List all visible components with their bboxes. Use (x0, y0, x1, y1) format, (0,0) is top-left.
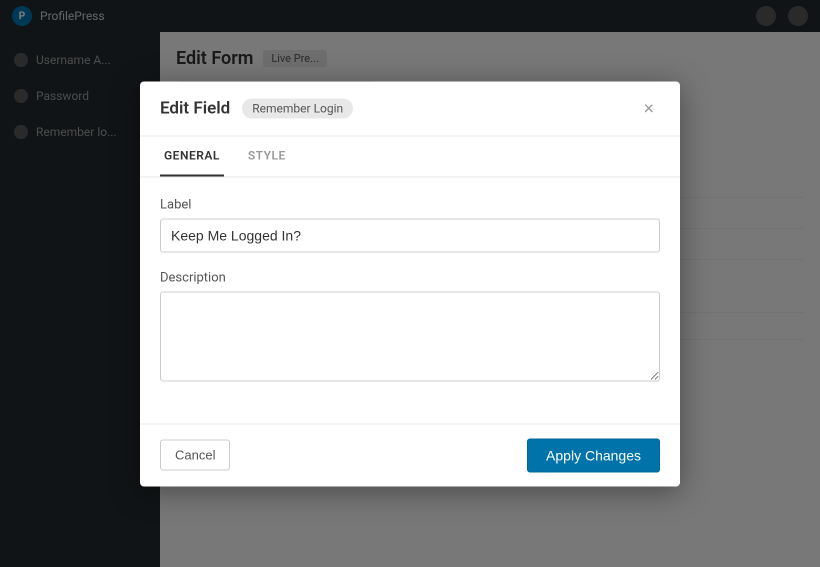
label-input[interactable] (160, 218, 660, 252)
modal-header: Edit Field Remember Login × (140, 81, 680, 136)
modal-title: Edit Field (160, 98, 230, 118)
tab-style[interactable]: STYLE (244, 136, 290, 176)
cancel-button[interactable]: Cancel (160, 440, 230, 471)
description-textarea[interactable] (160, 291, 660, 381)
tab-general[interactable]: GENERAL (160, 136, 224, 176)
description-field-label: Description (160, 270, 660, 285)
label-field-label: Label (160, 197, 660, 212)
modal-body: Label Description (140, 177, 680, 423)
modal-footer: Cancel Apply Changes (140, 423, 680, 486)
apply-changes-button[interactable]: Apply Changes (527, 438, 660, 472)
modal-field-badge: Remember Login (242, 98, 353, 118)
label-form-group: Label (160, 197, 660, 252)
edit-field-modal: Edit Field Remember Login × GENERAL STYL… (140, 81, 680, 486)
modal-close-button[interactable]: × (637, 97, 660, 119)
description-form-group: Description (160, 270, 660, 385)
modal-tabs: GENERAL STYLE (140, 136, 680, 177)
